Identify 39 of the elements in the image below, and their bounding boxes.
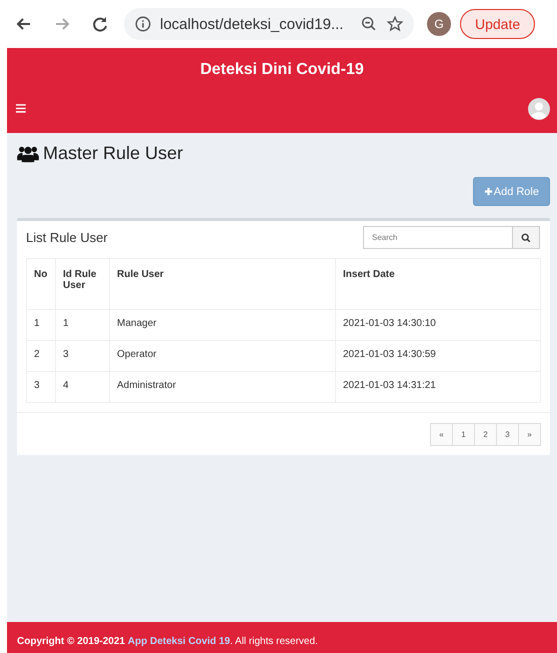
page-link[interactable]: » bbox=[518, 423, 541, 446]
star-icon[interactable] bbox=[386, 15, 404, 33]
info-icon[interactable] bbox=[134, 15, 152, 33]
table-cell: 3 bbox=[26, 372, 56, 402]
url-text: localhost/deteksi_covid19... bbox=[160, 16, 344, 32]
menu-button[interactable]: ≡ bbox=[15, 99, 27, 119]
page-title: Master Rule User bbox=[43, 143, 184, 164]
page-link[interactable]: 2 bbox=[474, 423, 497, 446]
search-button[interactable] bbox=[513, 226, 540, 249]
card-title: List Rule User bbox=[26, 230, 108, 245]
page-link[interactable]: 1 bbox=[452, 423, 475, 446]
table-cell: 3 bbox=[56, 340, 110, 372]
search-field[interactable]: Search bbox=[363, 226, 513, 249]
table-cell: Manager bbox=[110, 310, 336, 340]
table-cell: 2021-01-03 14:31:21 bbox=[336, 372, 540, 402]
table-cell: 2 bbox=[26, 340, 56, 372]
column-header: No bbox=[26, 258, 56, 310]
table-cell: 2021-01-03 14:30:10 bbox=[336, 310, 540, 340]
address-bar[interactable]: localhost/deteksi_covid19... bbox=[124, 8, 414, 40]
users-icon bbox=[17, 144, 39, 162]
search-icon bbox=[521, 232, 531, 242]
user-avatar-icon[interactable] bbox=[528, 98, 550, 120]
update-button[interactable]: Update bbox=[460, 9, 536, 39]
plus-icon bbox=[484, 187, 493, 196]
column-header: Insert Date bbox=[336, 258, 540, 310]
table-cell: 4 bbox=[56, 372, 110, 402]
table-cell: 1 bbox=[26, 310, 56, 340]
table-cell: Operator bbox=[110, 340, 336, 372]
copyright-text: Copyright © 2019-2021 App Deteksi Covid 19. All rights reserved. bbox=[17, 636, 318, 646]
column-header: Rule User bbox=[110, 258, 336, 310]
page-link[interactable]: 3 bbox=[496, 423, 519, 446]
profile-avatar[interactable]: G bbox=[427, 12, 451, 36]
app-title: Deteksi Dini Covid-19 bbox=[199, 60, 365, 80]
table-cell: Administrator bbox=[110, 372, 336, 402]
page-link[interactable]: « bbox=[430, 423, 453, 446]
table-cell: 1 bbox=[56, 310, 110, 340]
column-header: Id Rule User bbox=[56, 258, 110, 310]
zoom-out-icon[interactable] bbox=[360, 15, 378, 33]
table-cell: 2021-01-03 14:30:59 bbox=[336, 340, 540, 372]
